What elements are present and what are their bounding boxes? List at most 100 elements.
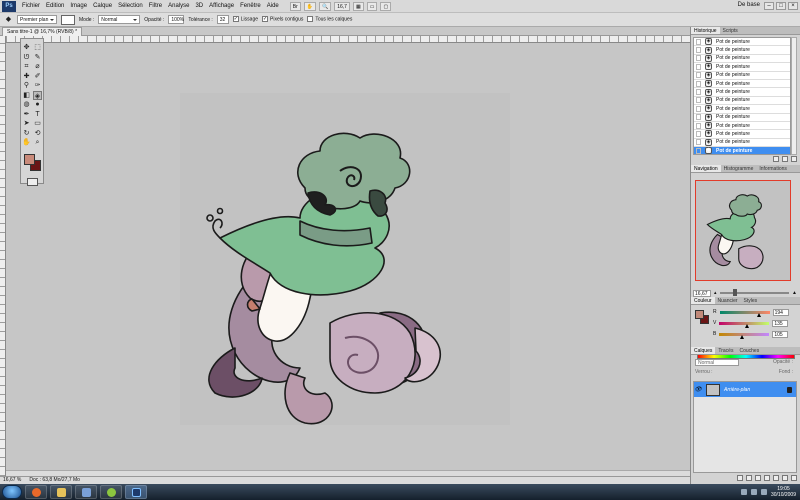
history-brush-icon[interactable]: ✑	[33, 81, 42, 90]
document-tab[interactable]: Sans titre-1 @ 16,7% (RVB/8) *	[2, 27, 83, 36]
taskbar-explorer[interactable]	[50, 485, 72, 499]
history-item[interactable]: ◈ Pot de peinture	[694, 138, 790, 148]
tab-navigation[interactable]: Navigation	[691, 165, 721, 172]
menu-analyse[interactable]: Analyse	[165, 0, 192, 13]
hand-tool-button[interactable]: ✋	[303, 1, 316, 11]
foreground-color-swatch[interactable]	[24, 153, 35, 165]
paint-bucket-tool-icon[interactable]: ◈	[33, 90, 42, 100]
brush-tool-icon[interactable]: ✐	[33, 72, 42, 81]
tab-nuancier[interactable]: Nuancier	[715, 297, 741, 304]
menu-edition[interactable]: Edition	[43, 0, 67, 13]
history-source-box[interactable]	[696, 147, 701, 154]
document-canvas[interactable]	[180, 93, 510, 425]
history-item[interactable]: ◈ Pot de peinture	[694, 71, 790, 80]
type-tool-icon[interactable]: T	[33, 110, 42, 119]
history-source-box[interactable]	[696, 122, 701, 129]
history-source-box[interactable]	[696, 38, 701, 45]
history-source-box[interactable]	[696, 139, 701, 146]
zoom-level[interactable]: 16,7	[334, 1, 350, 11]
menu-aide[interactable]: Aide	[264, 0, 282, 13]
menu-3d[interactable]: 3D	[192, 0, 206, 13]
tab-histogramme[interactable]: Histogramme	[721, 165, 757, 172]
clone-stamp-icon[interactable]: ⚲	[22, 81, 31, 90]
navigator-preview[interactable]	[695, 180, 791, 281]
3d-orbit-icon[interactable]: ⟲	[33, 129, 42, 138]
tray-network-icon[interactable]	[740, 489, 747, 495]
history-item[interactable]: ◈ Pot de peinture	[694, 88, 790, 97]
clock[interactable]: 19:05 30/10/2009	[771, 486, 796, 498]
pattern-swatch[interactable]	[61, 14, 75, 25]
taskbar-media[interactable]	[75, 485, 97, 499]
workspace-switcher[interactable]: De base	[738, 2, 760, 8]
history-source-box[interactable]	[696, 72, 701, 79]
minimize-button[interactable]: –	[764, 2, 774, 10]
red-slider[interactable]	[719, 310, 770, 317]
visibility-eye-icon[interactable]: 👁	[694, 386, 702, 393]
history-scrollbar[interactable]	[791, 37, 797, 155]
tab-couleur[interactable]: Couleur	[691, 297, 715, 304]
history-source-box[interactable]	[696, 130, 701, 137]
history-source-box[interactable]	[696, 97, 701, 104]
history-source-box[interactable]	[696, 63, 701, 70]
taskbar-firefox[interactable]	[25, 485, 47, 499]
red-input[interactable]: 194	[772, 308, 789, 316]
tray-flag-icon[interactable]	[760, 489, 767, 495]
bridge-button[interactable]: Br	[289, 1, 301, 11]
history-item[interactable]: ◈ Pot de peinture	[694, 122, 790, 131]
zoom-status[interactable]: 16,67 %	[3, 477, 21, 484]
taskbar-music[interactable]	[100, 485, 122, 499]
tab-historique[interactable]: Historique	[691, 27, 720, 34]
new-group-icon[interactable]	[773, 475, 779, 481]
screen-mode-icon[interactable]: ▢	[380, 1, 392, 11]
hand-tool-icon[interactable]: ✋	[22, 138, 31, 147]
grid-icon[interactable]: ▦	[352, 1, 364, 11]
marquee-tool-icon[interactable]: ⬚	[33, 43, 42, 52]
move-tool-icon[interactable]: ✥	[22, 43, 31, 52]
path-select-icon[interactable]: ➤	[22, 119, 31, 128]
tab-informations[interactable]: Informations	[756, 165, 790, 172]
layer-row[interactable]: 👁 Arrière-plan	[694, 382, 796, 397]
menu-affichage[interactable]: Affichage	[206, 0, 237, 13]
color-swatches[interactable]	[21, 152, 43, 176]
menu-selection[interactable]: Sélection	[115, 0, 146, 13]
panel-foreground-swatch[interactable]	[695, 310, 704, 319]
history-item[interactable]: ◈ Pot de peinture	[694, 105, 790, 114]
link-layers-icon[interactable]	[737, 475, 743, 481]
history-item[interactable]: ◈ Pot de peinture	[694, 113, 790, 122]
dodge-tool-icon[interactable]: ●	[33, 100, 42, 109]
history-source-box[interactable]	[696, 55, 701, 62]
start-button[interactable]	[2, 485, 22, 499]
eraser-icon[interactable]: ◧	[22, 91, 31, 100]
history-source-box[interactable]	[696, 105, 701, 112]
tab-styles[interactable]: Styles	[741, 297, 761, 304]
zoom-tool-icon[interactable]: ⌕	[33, 138, 42, 147]
new-document-from-state-icon[interactable]	[773, 156, 779, 162]
tolerance-input[interactable]: 32	[216, 15, 229, 24]
history-item[interactable]: ◈ Pot de peinture	[694, 38, 790, 47]
antialias-option[interactable]: ✓ Lissage	[232, 16, 258, 23]
opacity-input[interactable]: 100%	[168, 15, 185, 24]
pen-tool-icon[interactable]: ✒	[22, 110, 31, 119]
navigator-zoom-input[interactable]: 16,67 %	[693, 289, 711, 303]
tab-traces[interactable]: Tracés	[715, 347, 736, 354]
menu-image[interactable]: Image	[67, 0, 90, 13]
history-item[interactable]: ◈ Pot de peinture	[694, 96, 790, 106]
delete-layer-icon[interactable]	[791, 475, 797, 481]
healing-brush-icon[interactable]: ✚	[22, 72, 31, 81]
navigator-zoom-slider[interactable]	[719, 289, 790, 296]
adjustment-layer-icon[interactable]	[764, 475, 770, 481]
menu-calque[interactable]: Calque	[90, 0, 115, 13]
tab-scripts[interactable]: Scripts	[720, 27, 741, 34]
history-source-box[interactable]	[696, 114, 701, 121]
mode-select[interactable]: Normal	[98, 15, 141, 24]
all-layers-option[interactable]: Tous les calques	[307, 16, 352, 23]
zoom-in-icon[interactable]: ▲	[792, 290, 797, 296]
blend-mode-select[interactable]: Normal	[695, 359, 739, 366]
close-button[interactable]: ×	[788, 2, 798, 10]
menu-filtre[interactable]: Filtre	[146, 0, 165, 13]
all-layers-checkbox[interactable]	[307, 16, 314, 23]
tab-couches[interactable]: Couches	[736, 347, 762, 354]
3d-rotate-icon[interactable]: ↻	[22, 129, 31, 138]
tab-calques[interactable]: Calques	[691, 347, 716, 354]
green-slider[interactable]	[719, 321, 770, 328]
